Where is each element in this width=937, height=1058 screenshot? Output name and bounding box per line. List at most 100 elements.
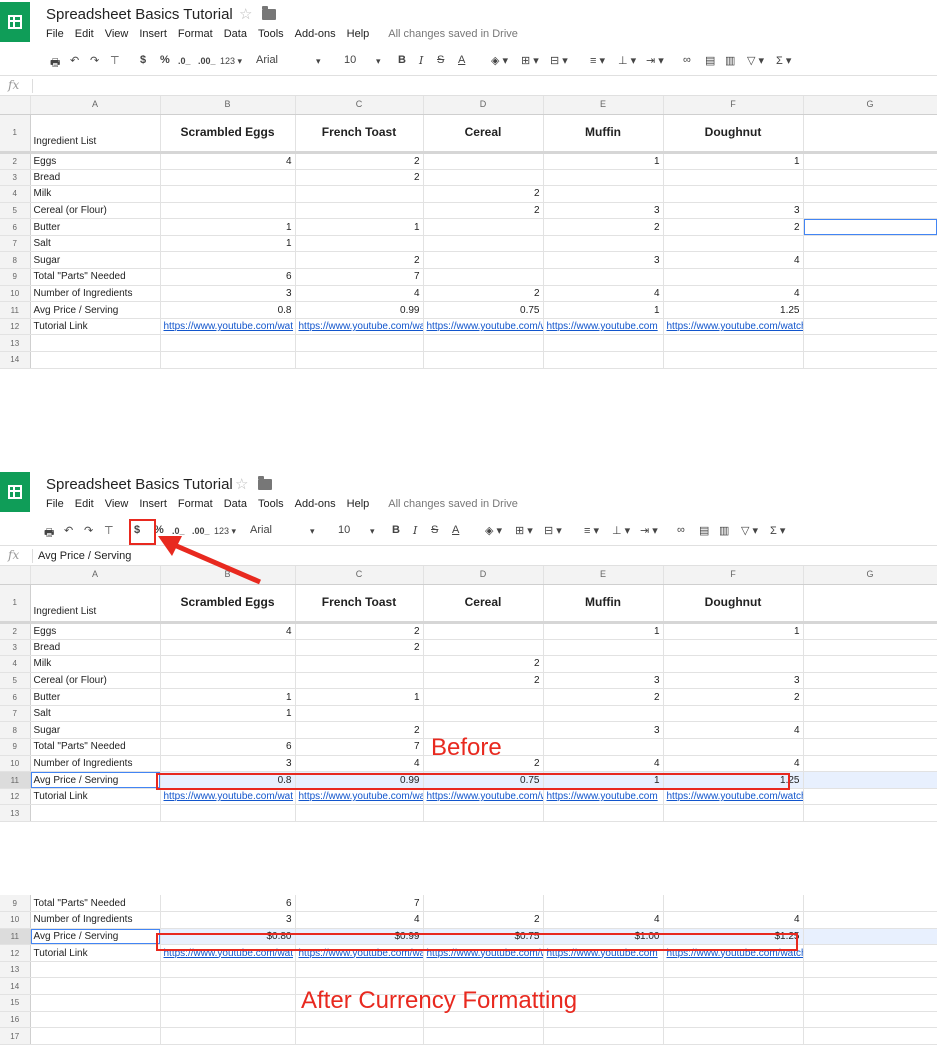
formula-input[interactable]: Avg Price / Serving — [38, 550, 131, 562]
empty-cell[interactable] — [803, 688, 937, 706]
table-cell[interactable]: https://www.youtube.com/wat — [160, 944, 296, 962]
table-cell[interactable]: 4 — [543, 755, 664, 773]
table-cell[interactable]: 0.8 — [160, 771, 296, 789]
row-label[interactable] — [30, 334, 161, 353]
empty-cell[interactable] — [803, 152, 937, 170]
table-cell[interactable] — [663, 994, 804, 1012]
table-cell[interactable] — [423, 169, 544, 187]
row-label[interactable]: Tutorial Link — [30, 944, 161, 962]
empty-cell[interactable] — [803, 114, 937, 153]
empty-cell[interactable] — [803, 185, 937, 203]
table-cell[interactable] — [423, 895, 544, 913]
menu-edit[interactable]: Edit — [75, 28, 94, 40]
percent-button[interactable]: % — [160, 54, 170, 66]
empty-cell[interactable] — [803, 705, 937, 723]
font-dropdown-icon[interactable]: ▾ — [310, 526, 315, 537]
row-number[interactable]: 4 — [0, 655, 31, 673]
table-cell[interactable]: 3 — [543, 202, 664, 220]
table-cell[interactable] — [295, 235, 424, 253]
table-cell[interactable] — [423, 152, 544, 170]
table-cell[interactable] — [423, 639, 544, 657]
table-cell[interactable]: 3 — [160, 755, 296, 773]
table-cell[interactable]: 6 — [160, 268, 296, 286]
row-label[interactable]: Salt — [30, 705, 161, 723]
row-label[interactable] — [30, 1027, 161, 1045]
table-cell[interactable]: https://www.youtube.com/wa — [295, 944, 424, 962]
table-cell[interactable] — [543, 1027, 664, 1045]
strikethrough-button[interactable]: S — [431, 524, 438, 536]
empty-cell[interactable] — [803, 977, 937, 996]
table-cell[interactable]: 7 — [295, 895, 424, 913]
document-title[interactable]: Spreadsheet Basics Tutorial — [46, 6, 233, 23]
table-cell[interactable] — [543, 961, 664, 979]
table-cell[interactable]: 1 — [160, 705, 296, 723]
sheets-logo-icon[interactable] — [0, 472, 30, 512]
row-number[interactable]: 14 — [0, 977, 31, 996]
filter-icon[interactable]: ▽ ▾ — [741, 524, 758, 537]
table-cell[interactable] — [663, 804, 804, 823]
table-cell[interactable] — [663, 235, 804, 253]
empty-cell[interactable] — [803, 334, 937, 353]
row-number[interactable]: 11 — [0, 771, 31, 789]
column-header-f[interactable]: F — [663, 96, 804, 115]
column-header-a[interactable]: A — [30, 96, 161, 115]
table-cell[interactable] — [160, 655, 296, 673]
row-label[interactable]: Sugar — [30, 251, 161, 270]
table-cell[interactable] — [160, 334, 296, 353]
row-label[interactable] — [30, 977, 161, 996]
table-cell[interactable]: 4 — [543, 911, 664, 929]
table-cell[interactable] — [295, 672, 424, 690]
table-cell[interactable]: 0.75 — [423, 771, 544, 789]
row-label[interactable] — [30, 1011, 161, 1029]
italic-button[interactable]: I — [413, 524, 417, 537]
table-cell[interactable]: 1 — [295, 218, 424, 236]
corner-cell[interactable] — [0, 566, 31, 585]
table-cell[interactable] — [663, 334, 804, 353]
table-cell[interactable]: 1 — [543, 301, 664, 319]
empty-cell[interactable] — [803, 1011, 937, 1029]
row-label[interactable]: Number of Ingredients — [30, 755, 161, 773]
table-cell[interactable]: 2 — [423, 672, 544, 690]
row-number[interactable]: 6 — [0, 218, 31, 236]
row-number[interactable]: 12 — [0, 788, 31, 806]
table-cell[interactable] — [663, 639, 804, 657]
menu-view[interactable]: View — [105, 28, 129, 40]
column-header-g[interactable]: G — [803, 96, 937, 115]
table-cell[interactable]: 4 — [160, 152, 296, 170]
increase-decimal-button[interactable]: .00_ — [198, 56, 216, 66]
empty-cell[interactable] — [803, 672, 937, 690]
table-cell[interactable]: 1 — [160, 688, 296, 706]
row-number[interactable]: 14 — [0, 351, 31, 369]
table-cell[interactable]: 0.75 — [423, 301, 544, 319]
font-size-select[interactable]: 10 — [338, 524, 350, 536]
table-cell[interactable]: https://www.youtube.com/wat — [160, 318, 296, 336]
table-cell[interactable] — [160, 202, 296, 220]
table-cell[interactable] — [663, 738, 804, 756]
dish-header[interactable]: Cereal — [423, 584, 544, 623]
table-cell[interactable]: 2 — [295, 622, 424, 640]
table-cell[interactable] — [543, 895, 664, 913]
borders-icon[interactable]: ⊞ ▾ — [521, 54, 539, 67]
table-cell[interactable] — [543, 185, 664, 203]
empty-cell[interactable] — [803, 755, 937, 773]
table-cell[interactable]: 2 — [543, 688, 664, 706]
table-cell[interactable]: 2 — [295, 251, 424, 270]
menu-file[interactable]: File — [46, 28, 64, 40]
borders-icon[interactable]: ⊞ ▾ — [515, 524, 533, 537]
table-cell[interactable] — [663, 169, 804, 187]
table-cell[interactable]: 2 — [663, 688, 804, 706]
empty-cell[interactable] — [803, 994, 937, 1012]
menu-addons[interactable]: Add-ons — [295, 498, 336, 510]
redo-icon[interactable]: ↷ — [84, 524, 93, 537]
row-number[interactable]: 11 — [0, 301, 31, 319]
table-cell[interactable] — [543, 351, 664, 369]
dish-header[interactable]: French Toast — [295, 114, 424, 153]
table-cell[interactable]: 2 — [295, 639, 424, 657]
table-cell[interactable] — [663, 351, 804, 369]
column-header-a[interactable]: A — [30, 566, 161, 585]
menu-addons[interactable]: Add-ons — [295, 28, 336, 40]
table-cell[interactable] — [160, 351, 296, 369]
menu-help[interactable]: Help — [347, 28, 370, 40]
menu-format[interactable]: Format — [178, 28, 213, 40]
table-cell[interactable]: 4 — [295, 755, 424, 773]
